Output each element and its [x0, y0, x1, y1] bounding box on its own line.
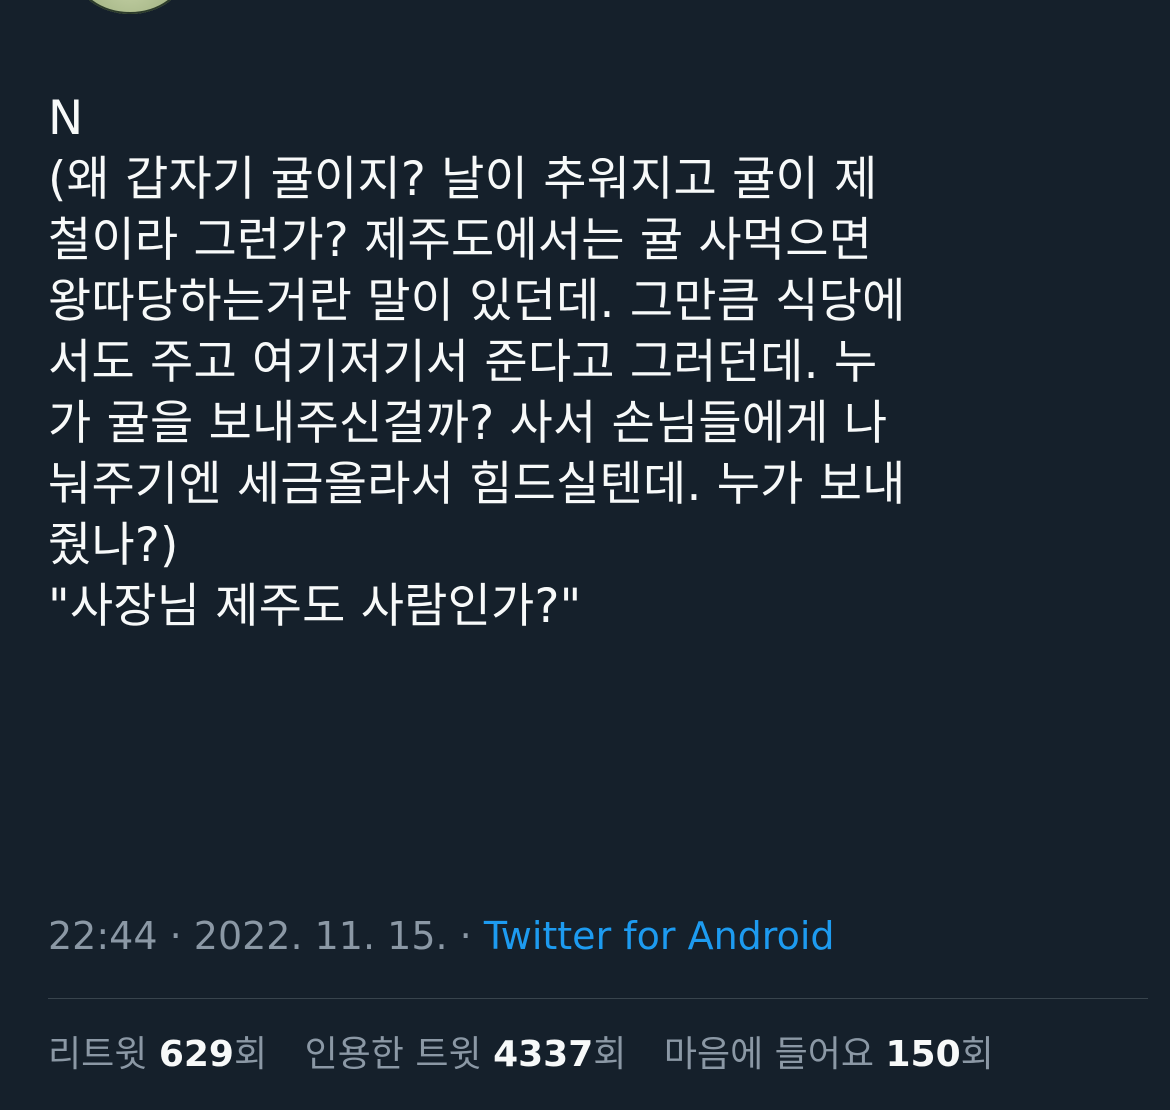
- likes-suffix: 회: [960, 1034, 994, 1075]
- tweet-line: N: [48, 91, 84, 146]
- likes-stat[interactable]: 마음에 들어요 150회: [664, 1034, 994, 1075]
- tweet-time[interactable]: 22:44: [48, 914, 158, 958]
- tweet-line: (왜 갑자기 귤이지? 날이 추워지고 귤이 제: [48, 152, 878, 207]
- tweet-stats: 리트윗 629회 인용한 트윗 4337회 마음에 들어요 150회: [48, 1027, 1020, 1083]
- tweet-text: N (왜 갑자기 귤이지? 날이 추워지고 귤이 제 철이라 그런가? 제주도에…: [48, 88, 1128, 637]
- quotes-count: 4337: [493, 1034, 594, 1075]
- likes-label: 마음에 들어요: [663, 1034, 875, 1075]
- tweet-date[interactable]: 2022. 11. 15.: [194, 914, 448, 958]
- tweet-line: 왕따당하는거란 말이 있던데. 그만큼 식당에: [48, 274, 906, 329]
- tweet-line: 서도 주고 여기저기서 준다고 그러던데. 누: [48, 335, 878, 390]
- meta-separator: ·: [157, 914, 194, 958]
- quotes-label: 인용한 트윗: [304, 1034, 482, 1075]
- tweet-line: "사장님 제주도 사람인가?": [48, 579, 582, 634]
- tweet-line: 가 귤을 보내주신걸까? 사서 손님들에게 나: [48, 396, 888, 451]
- quotes-stat[interactable]: 인용한 트윗 4337회: [305, 1034, 627, 1075]
- likes-count: 150: [885, 1034, 961, 1075]
- quotes-suffix: 회: [593, 1034, 627, 1075]
- avatar[interactable]: [75, 0, 185, 14]
- retweets-count: 629: [158, 1034, 234, 1075]
- tweet-source-link[interactable]: Twitter for Android: [484, 914, 835, 958]
- retweets-suffix: 회: [233, 1034, 268, 1075]
- tweet-meta: 22:44 · 2022. 11. 15. · Twitter for Andr…: [48, 908, 835, 964]
- retweets-stat[interactable]: 리트윗 629회: [48, 1034, 267, 1075]
- divider: [48, 998, 1148, 999]
- meta-separator: ·: [447, 914, 484, 958]
- tweet-line: 줬나?): [48, 518, 179, 573]
- tweet-line: 철이라 그런가? 제주도에서는 귤 사먹으면: [48, 213, 873, 268]
- retweets-label: 리트윗: [48, 1034, 148, 1075]
- tweet-line: 눠주기엔 세금올라서 힘드실텐데. 누가 보내: [48, 457, 906, 512]
